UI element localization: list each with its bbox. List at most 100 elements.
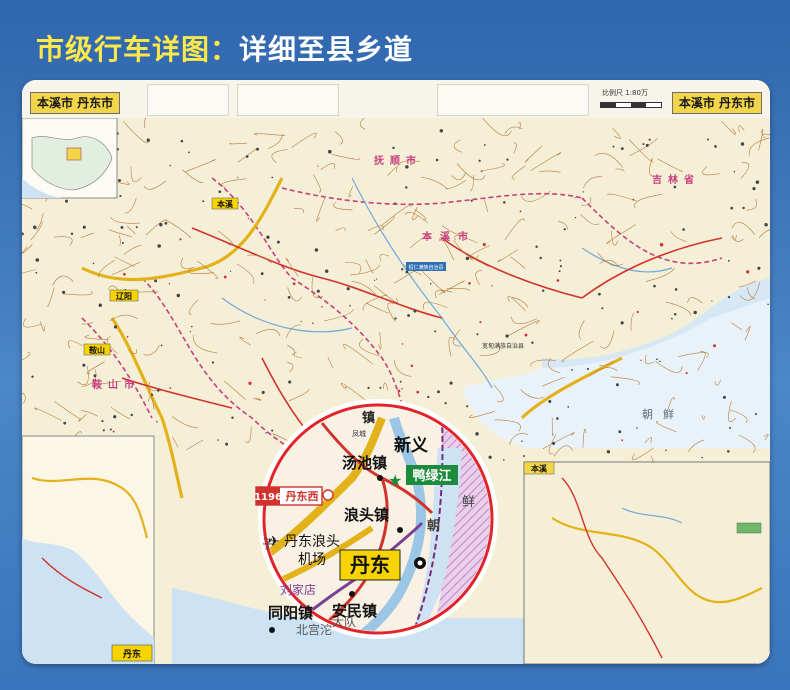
place-dandongxi: 丹东西 — [286, 489, 319, 503]
town-dot — [730, 206, 734, 210]
town-dot — [556, 279, 560, 282]
town-dot — [535, 245, 538, 248]
town-dot — [480, 170, 483, 173]
town-dot — [582, 191, 584, 193]
town-dot — [394, 202, 397, 205]
town-dot — [712, 344, 717, 348]
town-dot — [314, 248, 319, 252]
inset-bottom-right-caption: 本溪 — [530, 464, 548, 474]
town-dot — [556, 417, 559, 420]
map-canvas: 丹东 本溪 镇 新义 汤池镇 ★ 鸭绿江 1196 丹东西 浪头镇 朝 子 ✈ … — [22, 118, 770, 664]
map-frame: 本溪市 丹东市 本溪市 丹东市 比例尺 1:80万 丹东 本溪 镇 新义 汤池镇… — [22, 80, 770, 664]
place-dandong-airport: 丹东浪头 — [284, 534, 340, 550]
place-liujiadian: 刘家店 — [280, 582, 316, 597]
town-dot — [574, 197, 576, 199]
town-dot — [405, 186, 408, 189]
town-dot — [476, 333, 479, 336]
town-dot — [271, 176, 274, 179]
town-dot — [164, 221, 168, 225]
town-dot — [449, 381, 453, 385]
town-dot — [711, 300, 713, 302]
place-langtou: 浪头镇 — [344, 506, 389, 524]
town-dot — [130, 413, 133, 417]
town-dot — [217, 439, 219, 441]
town-dot — [237, 176, 239, 178]
town-dot — [401, 388, 403, 390]
town-dot — [154, 279, 158, 283]
town-dot — [640, 359, 642, 362]
town-dot — [653, 284, 656, 288]
map-top-strip: 本溪市 丹东市 本溪市 丹东市 比例尺 1:80万 — [22, 80, 770, 119]
place-tangchi: 汤池镇 — [342, 454, 387, 472]
town-dot — [394, 317, 397, 320]
town-dot — [729, 426, 732, 429]
town-dot — [63, 421, 67, 425]
town-dot — [746, 270, 750, 274]
town-dot — [693, 310, 697, 315]
label-kuandian: 宽甸满族自治县 — [482, 342, 524, 350]
town-dot — [586, 367, 589, 370]
town-dot — [64, 199, 69, 203]
town-dot — [109, 428, 112, 431]
town-dot — [312, 322, 314, 325]
town-dot — [245, 155, 249, 158]
place-chao: 朝 — [427, 518, 440, 534]
town-dot — [102, 429, 105, 432]
town-dot — [157, 389, 160, 392]
town-dot — [727, 259, 730, 262]
town-dot — [673, 185, 677, 189]
town-dot — [682, 228, 685, 231]
town-dot — [300, 320, 302, 323]
town-dot — [120, 225, 124, 229]
town-dot — [722, 395, 726, 399]
town-dot — [316, 289, 320, 293]
town-dot — [101, 420, 104, 423]
town-dot — [597, 292, 601, 296]
town-dot — [292, 282, 296, 286]
town-dot — [271, 429, 274, 432]
town-dot — [379, 386, 382, 389]
product-page: 市级行车详图：详细至县乡道 本溪市 丹东市 本溪市 丹东市 比例尺 1:80万 — [0, 0, 790, 690]
town-dot — [231, 416, 234, 419]
town-dot — [552, 441, 556, 445]
town-dot — [478, 159, 481, 162]
inset-bottom-left: 丹东 — [22, 435, 155, 664]
town-dot — [328, 149, 332, 154]
town-dot — [218, 190, 222, 194]
place-tongyang: 同阳镇 — [268, 604, 313, 622]
town-dot — [146, 138, 150, 142]
label-benxi: 本溪市 — [422, 230, 476, 243]
town-dot — [346, 287, 350, 291]
town-dot — [150, 393, 154, 396]
town-dot — [491, 285, 493, 287]
town-dot — [656, 358, 658, 361]
town-dot — [427, 395, 430, 399]
place-beijing-side: 北宫沱 — [296, 622, 332, 637]
label-benxi-city: 本溪 — [216, 199, 234, 209]
town-dot — [439, 129, 444, 133]
town-dot — [229, 270, 232, 272]
town-dot — [159, 223, 163, 227]
town-dot — [618, 430, 622, 434]
town-dot — [434, 330, 437, 333]
town-dot — [764, 222, 768, 227]
town-dot — [531, 341, 534, 344]
town-dot — [505, 334, 509, 338]
town-dot — [179, 238, 182, 241]
town-dot — [416, 390, 420, 394]
town-dot — [191, 325, 193, 328]
town-dot — [401, 343, 404, 345]
header-title-main: 市级行车详图 — [36, 33, 211, 66]
town-dot — [470, 199, 473, 202]
town-dot — [519, 210, 522, 213]
town-dot — [621, 439, 624, 442]
town-dot — [112, 430, 115, 433]
town-dot — [435, 158, 439, 162]
town-dot — [321, 306, 323, 308]
town-dot — [225, 442, 229, 446]
town-dot — [98, 303, 103, 307]
town-dot — [160, 344, 163, 347]
town-dot — [189, 330, 192, 333]
town-dot — [260, 272, 264, 275]
town-dot — [399, 380, 402, 383]
